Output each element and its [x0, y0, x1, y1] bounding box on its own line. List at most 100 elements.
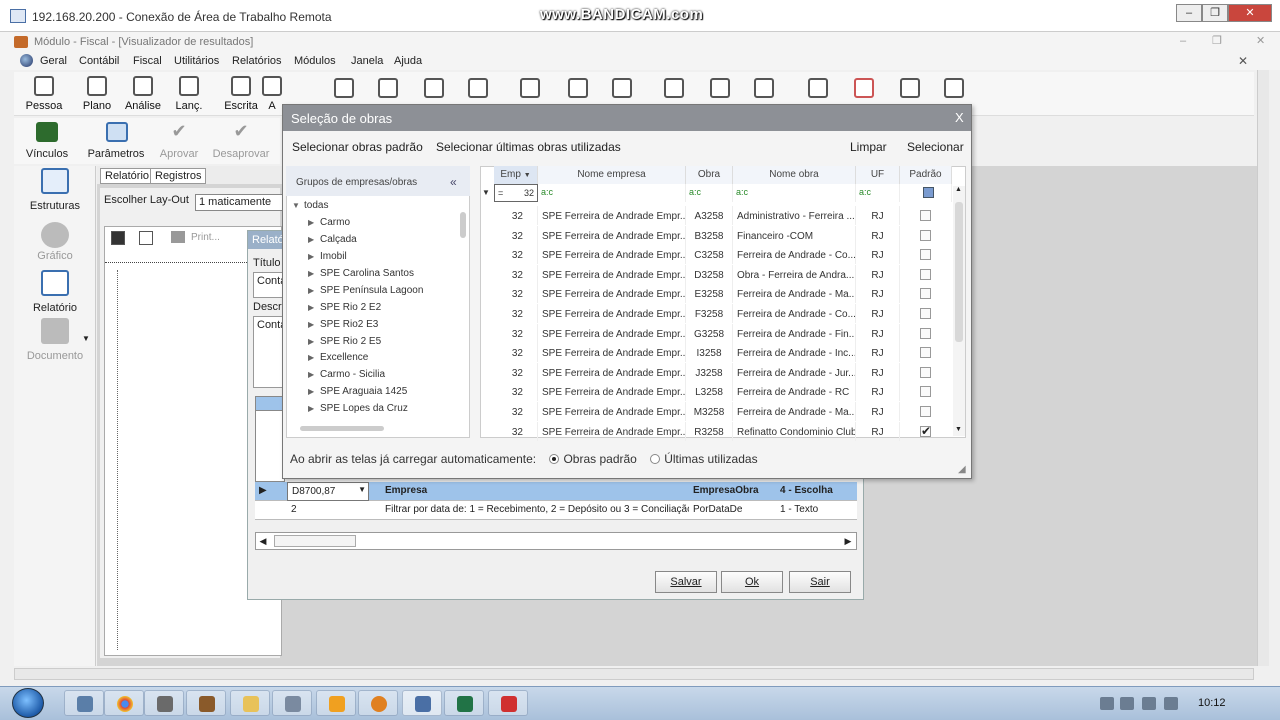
filter-dropdown-icon[interactable]: ▼	[524, 172, 531, 179]
view-icon[interactable]	[139, 231, 153, 245]
filter-empresa[interactable]: a:c	[538, 184, 686, 202]
table-row[interactable]: 32 SPE Ferreira de Andrade Empr... A3258 Ad…	[480, 206, 954, 226]
tree-scroll-thumb[interactable]	[460, 212, 466, 238]
padrao-checkbox[interactable]	[920, 229, 931, 241]
params-hscroll[interactable]: ◀ ▶	[255, 532, 857, 550]
scroll-right-icon[interactable]: ▶	[840, 533, 856, 549]
app-restore-icon[interactable]: ❐	[1212, 34, 1222, 47]
aprovar-button[interactable]: ✔ Aprovar	[154, 120, 204, 162]
tree-item[interactable]: ▶ Imobil	[308, 251, 347, 262]
exit-button[interactable]: Sair	[789, 571, 851, 593]
sidebar-item-grafico[interactable]: Gráfico	[14, 222, 96, 262]
clear-link[interactable]: Limpar	[850, 140, 887, 154]
close-icon[interactable]: X	[955, 110, 964, 125]
padrao-checkbox[interactable]	[920, 268, 931, 280]
filter-nome-obra[interactable]: a:c	[733, 184, 856, 202]
select-recent-link[interactable]: Selecionar últimas obras utilizadas	[436, 140, 621, 154]
tree-item[interactable]: ▶ SPE Rio 2 E5	[308, 336, 381, 347]
menu-close-icon[interactable]: ✕	[1238, 54, 1248, 68]
table-row[interactable]: 32 SPE Ferreira de Andrade Empr... D3258 Ob…	[480, 264, 954, 285]
tree-item[interactable]: ▶ SPE Península Lagoon	[308, 285, 423, 296]
param-value[interactable]: 2	[287, 501, 377, 520]
menu-janela[interactable]: Janela	[351, 55, 383, 67]
filter-obra[interactable]: a:c	[686, 184, 733, 202]
lock-icon[interactable]	[111, 231, 125, 245]
radio-ultimas[interactable]: Últimas utilizadas	[650, 452, 758, 466]
padrao-checkbox[interactable]	[920, 366, 931, 378]
table-row[interactable]: 32 SPE Ferreira de Andrade Empr... C3258 Fe…	[480, 245, 954, 265]
windows-icon[interactable]	[754, 78, 774, 98]
globe-tool-icon[interactable]	[710, 78, 730, 98]
plant-icon[interactable]	[664, 78, 684, 98]
titulo-field[interactable]: Conta	[253, 272, 286, 298]
taskbar-app6[interactable]	[272, 690, 312, 716]
column-header-emp[interactable]: Emp ▼	[494, 166, 538, 184]
padrao-checkbox[interactable]	[920, 288, 931, 300]
flag-icon[interactable]	[1164, 697, 1178, 710]
ok-button[interactable]: Ok	[721, 571, 783, 593]
filter-uf[interactable]: a:c	[856, 184, 900, 202]
app-minimize-icon[interactable]: –	[1180, 35, 1186, 47]
tree-item[interactable]: ▶ Carmo	[308, 217, 350, 228]
escrita-button[interactable]: Escrita	[216, 74, 266, 114]
taskbar-app4[interactable]	[186, 690, 226, 716]
tree-item[interactable]: ▶ SPE Rio 2 E2	[308, 302, 381, 313]
table-row[interactable]: 2 Filtrar por data de: 1 = Recebimento, …	[255, 501, 857, 520]
mail-icon[interactable]	[468, 78, 488, 98]
new-doc-icon[interactable]	[424, 78, 444, 98]
tray-arrow-icon[interactable]	[1100, 697, 1114, 710]
taskbar-chrome[interactable]	[104, 690, 144, 716]
taskbar-app8[interactable]	[358, 690, 398, 716]
volume-icon[interactable]	[1120, 697, 1134, 710]
exit-door-icon[interactable]	[944, 78, 964, 98]
taskbar-folder[interactable]	[230, 690, 270, 716]
clock[interactable]: 10:12	[1198, 697, 1226, 709]
column-header-uf[interactable]: UF	[856, 166, 900, 184]
radio-selected-icon[interactable]	[549, 454, 560, 464]
sidebar-item-relatorio[interactable]: Relatório	[14, 270, 96, 314]
menu-ajuda[interactable]: Ajuda	[394, 55, 422, 67]
padrao-checkbox[interactable]	[920, 327, 931, 339]
scroll-down-icon[interactable]: ▼	[955, 426, 962, 433]
print-label[interactable]: Print...	[191, 232, 220, 243]
desaprovar-button[interactable]: ✔ Desaprovar	[210, 120, 272, 162]
file-icon[interactable]	[612, 78, 632, 98]
resize-grip-icon[interactable]: ◢	[958, 464, 966, 475]
taskbar-app7[interactable]	[316, 690, 356, 716]
pessoa-button[interactable]: Pessoa	[19, 74, 69, 114]
table-row[interactable]: ▶ D8700,87 ▼ Empresa EmpresaObra 4 - Esco…	[255, 482, 857, 501]
user-key-icon[interactable]	[808, 78, 828, 98]
dropdown-arrow-icon[interactable]: ▼	[82, 334, 90, 343]
start-button[interactable]	[12, 688, 44, 718]
padrao-checkbox[interactable]	[920, 249, 931, 261]
user-icon[interactable]	[900, 78, 920, 98]
menu-geral[interactable]: Geral	[40, 55, 67, 67]
table-row[interactable]: 32 SPE Ferreira de Andrade Empr... M3258 Fe…	[480, 402, 954, 422]
padrao-checkbox[interactable]	[920, 210, 931, 221]
table-row[interactable]: 32 SPE Ferreira de Andrade Empr... J3258 Fe…	[480, 362, 954, 383]
collapse-icon[interactable]: «	[450, 175, 457, 189]
tree-item[interactable]: ▶ SPE Rio2 E3	[308, 319, 378, 330]
taskbar-rdp[interactable]	[402, 690, 442, 716]
table-row[interactable]: 32 SPE Ferreira de Andrade Empr... F3258 Fe…	[480, 304, 954, 324]
tree-item[interactable]: ▶ Carmo - Sicilia	[308, 369, 385, 380]
tab-relatorio[interactable]: Relatório	[100, 168, 155, 184]
scroll-up-icon[interactable]: ▲	[955, 186, 962, 193]
select-default-link[interactable]: Selecionar obras padrão	[292, 140, 423, 154]
taskbar-excel[interactable]	[444, 690, 484, 716]
tab-registros[interactable]: Registros	[150, 168, 207, 184]
menu-utilitarios[interactable]: Utilitários	[174, 55, 219, 67]
table-row[interactable]: 32 SPE Ferreira de Andrade Empr... B3258 Fi…	[480, 225, 954, 246]
descricao-field[interactable]: Conta	[253, 316, 286, 388]
analise-button[interactable]: Análise	[118, 74, 168, 114]
taskbar-bandicam[interactable]	[488, 690, 528, 716]
padrao-checkbox[interactable]: ✔	[920, 425, 931, 437]
column-header-padrao[interactable]: Padrão	[900, 166, 952, 184]
padrao-checkbox[interactable]	[920, 406, 931, 417]
app-close-icon[interactable]: ✕	[1256, 34, 1265, 47]
tree-item[interactable]: ▶ SPE Araguaia 1425	[308, 386, 407, 397]
padrao-checkbox[interactable]	[920, 386, 931, 398]
main-vscroll[interactable]	[1257, 70, 1269, 666]
menu-modulos[interactable]: Módulos	[294, 55, 336, 67]
table-row[interactable]: 32 SPE Ferreira de Andrade Empr... L3258 Fe…	[480, 382, 954, 402]
